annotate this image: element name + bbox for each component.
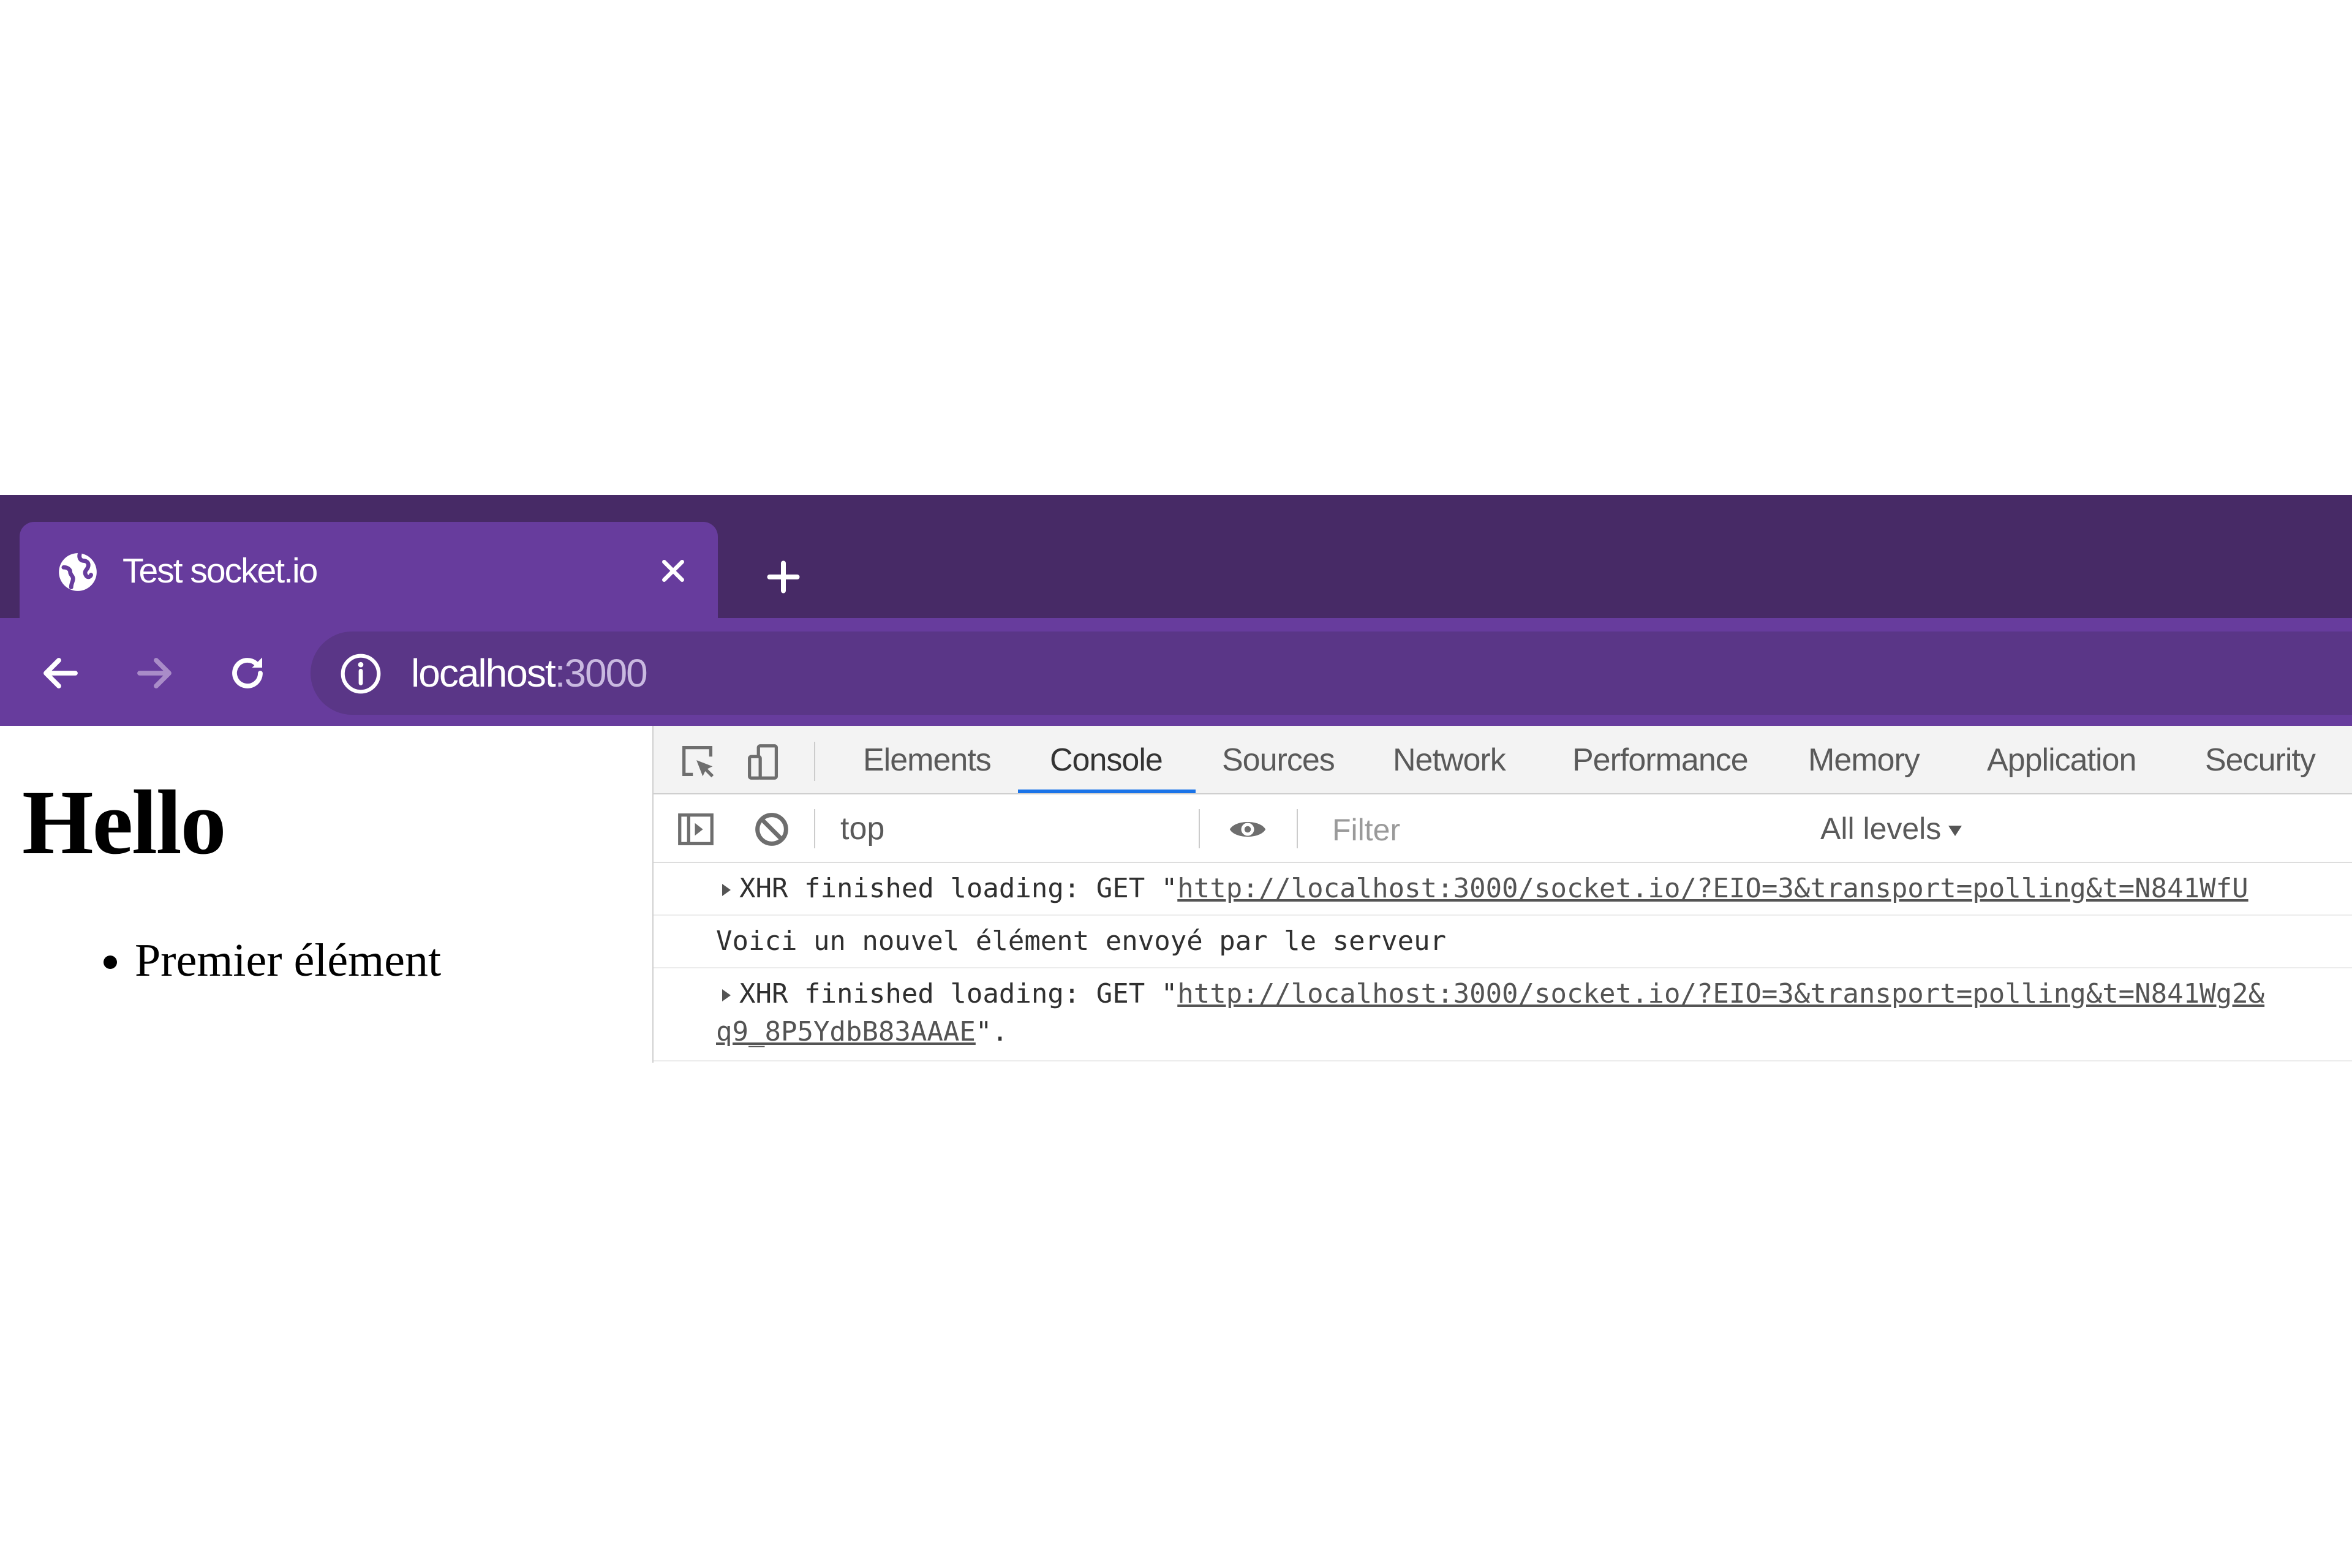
device-toolbar-icon[interactable] — [742, 741, 785, 783]
address-bar[interactable]: localhost:3000 — [311, 631, 2352, 715]
chevron-down-icon — [1948, 826, 1962, 837]
tab-title: Test socket.io — [123, 551, 318, 590]
page-heading: Hello — [22, 772, 227, 873]
console-filter-input[interactable] — [1320, 807, 1804, 853]
tab-strip: Test socket.io — [0, 495, 2352, 618]
console-message: XHR finished loading: GET "http://localh… — [654, 968, 2352, 1061]
devtools-tab-memory[interactable]: Memory — [1808, 736, 1920, 785]
log-levels-dropdown[interactable]: All levels — [1820, 809, 1962, 848]
context-selector[interactable]: top — [840, 809, 1183, 848]
eye-icon[interactable] — [1226, 808, 1269, 851]
plus-icon — [767, 560, 800, 594]
info-icon[interactable] — [338, 651, 383, 696]
list-item: Premier élément — [135, 934, 441, 987]
browser-toolbar: localhost:3000 — [0, 618, 2352, 726]
log-link[interactable]: http://localhost:3000/socket.io/?EIO=3&t… — [1177, 978, 2264, 1009]
console-output: XHR finished loading: GET "http://localh… — [654, 863, 2352, 1063]
log-text: XHR finished loading: GET " — [739, 873, 1178, 904]
sidebar-toggle-icon[interactable] — [674, 808, 717, 851]
browser-tab[interactable]: Test socket.io — [20, 522, 718, 618]
url-text[interactable]: localhost:3000 — [411, 649, 648, 698]
devtools-panel: Elements Console Sources Network Perform… — [652, 726, 2352, 1063]
devtools-tab-elements[interactable]: Elements — [863, 736, 992, 785]
reload-icon — [232, 657, 263, 688]
item-list: Premier élément — [0, 934, 441, 987]
log-text: XHR finished loading: GET " — [739, 978, 1178, 1009]
active-tab-indicator — [1018, 790, 1196, 793]
separator — [1297, 809, 1298, 848]
console-message: XHR finished loading: GET "http://localh… — [654, 863, 2352, 916]
devtools-tab-application[interactable]: Application — [1987, 736, 2136, 785]
levels-label: All levels — [1820, 812, 1942, 846]
reload-button[interactable] — [222, 647, 273, 699]
page-content: Hello Premier élément — [0, 726, 652, 1064]
devtools-tab-sources[interactable]: Sources — [1222, 736, 1335, 785]
arrow-left-icon — [43, 658, 78, 688]
separator — [1199, 809, 1200, 848]
globe-icon — [59, 552, 97, 591]
devtools-tab-network[interactable]: Network — [1393, 736, 1506, 785]
context-value: top — [840, 811, 885, 846]
expand-triangle-icon[interactable] — [722, 989, 731, 1001]
devtools-tab-console[interactable]: Console — [1050, 736, 1163, 785]
log-link-continuation[interactable]: q9_8P5YdbB83AAAE — [716, 1016, 976, 1047]
url-port: :3000 — [554, 651, 648, 695]
new-tab-button[interactable] — [756, 550, 810, 604]
log-text: Voici un nouvel élément envoyé par le se… — [716, 925, 1447, 957]
browser-window: Test socket.io localhost:3000 Hello • Pr… — [0, 495, 2352, 1064]
console-message: Voici un nouvel élément envoyé par le se… — [654, 916, 2352, 968]
tab-close-button[interactable] — [654, 551, 693, 590]
arrow-right-icon — [137, 658, 172, 688]
devtools-tab-bar: Elements Console Sources Network Perform… — [654, 726, 2352, 794]
devtools-tab-security[interactable]: Security — [2205, 736, 2316, 785]
console-toolbar: top All levels — [654, 794, 2352, 863]
back-button[interactable] — [35, 647, 86, 699]
devtools-tab-performance[interactable]: Performance — [1572, 736, 1749, 785]
forward-button[interactable] — [129, 647, 180, 699]
log-link[interactable]: http://localhost:3000/socket.io/?EIO=3&t… — [1177, 873, 2248, 904]
log-text: ". — [975, 1016, 1008, 1047]
separator — [814, 742, 815, 781]
inspect-element-icon[interactable] — [677, 741, 720, 783]
clear-console-icon[interactable] — [750, 808, 793, 851]
close-icon — [662, 560, 684, 582]
expand-triangle-icon[interactable] — [722, 884, 731, 896]
separator — [814, 809, 815, 848]
url-host: localhost — [411, 651, 556, 695]
